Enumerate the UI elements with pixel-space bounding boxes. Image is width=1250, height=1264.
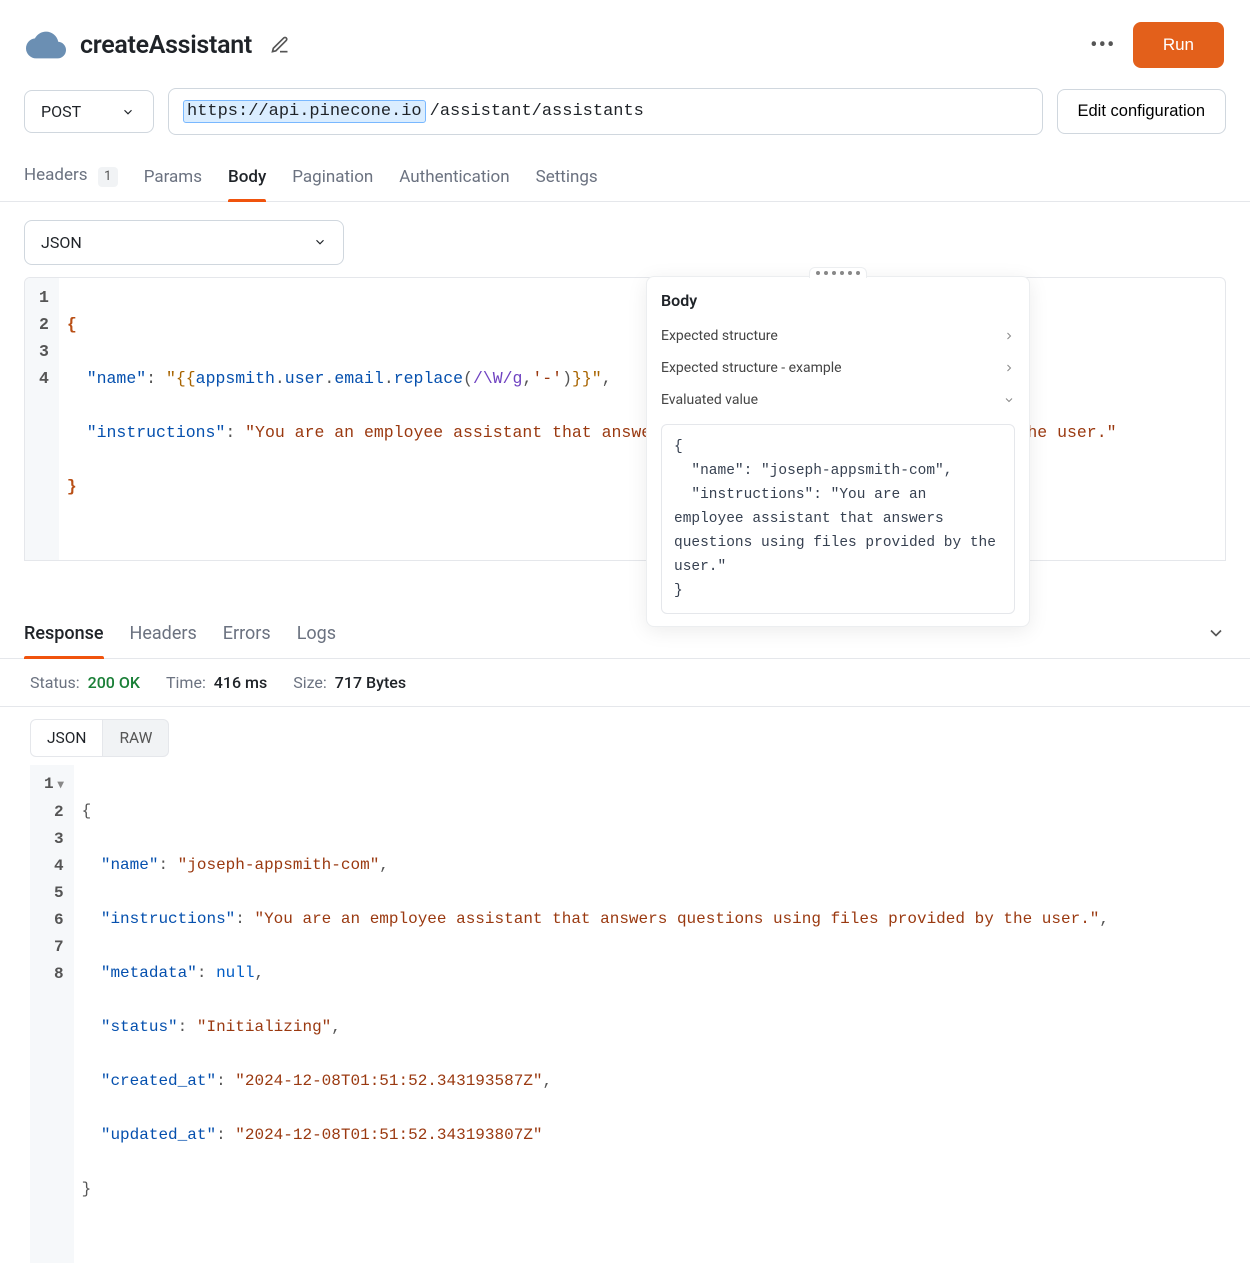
size-label: Size: xyxy=(293,673,327,692)
request-row: POST https://api.pinecone.io /assistant/… xyxy=(0,78,1250,145)
http-method-select[interactable]: POST xyxy=(24,90,154,133)
view-tab-json[interactable]: JSON xyxy=(30,719,103,757)
evaluated-value-box: { "name": "joseph-appsmith-com", "instru… xyxy=(661,424,1015,614)
tab-settings[interactable]: Settings xyxy=(536,167,598,201)
response-view-tabs: JSON RAW xyxy=(0,707,1250,765)
tab-params[interactable]: Params xyxy=(144,167,202,201)
url-input[interactable]: https://api.pinecone.io /assistant/assis… xyxy=(168,88,1043,135)
edit-configuration-button[interactable]: Edit configuration xyxy=(1057,89,1227,134)
editor-code[interactable]: { "name": "{{appsmith.user.email.replace… xyxy=(59,278,1225,560)
tab-pagination[interactable]: Pagination xyxy=(292,167,373,201)
body-type-row: JSON xyxy=(0,202,1250,277)
body-type-select[interactable]: JSON xyxy=(24,220,344,265)
status-value: 200 OK xyxy=(88,673,140,692)
tab-headers[interactable]: Headers 1 xyxy=(24,165,118,201)
expected-structure-example-row[interactable]: Expected structure - example xyxy=(661,352,1015,384)
response-status-row: Status: 200 OK Time: 416 ms Size: 717 By… xyxy=(0,659,1250,707)
tab-authentication[interactable]: Authentication xyxy=(399,167,509,201)
chevron-down-icon xyxy=(313,235,327,249)
page-title: createAssistant xyxy=(80,31,252,60)
chevron-down-icon xyxy=(1003,394,1015,406)
rtab-errors[interactable]: Errors xyxy=(223,609,271,658)
drag-handle[interactable] xyxy=(809,267,867,278)
response-gutter: 1▾ 2 3 4 5 6 7 8 xyxy=(30,765,74,1263)
editor-gutter: 1 2 3 4 xyxy=(25,278,59,560)
header: createAssistant ••• Run xyxy=(0,0,1250,78)
response-json-viewer: 1▾ 2 3 4 5 6 7 8 { "name": "joseph-appsm… xyxy=(0,765,1250,1263)
evaluated-value-popover: Body Expected structure Expected structu… xyxy=(646,276,1030,627)
chevron-right-icon xyxy=(1003,362,1015,374)
more-icon[interactable]: ••• xyxy=(1091,33,1115,57)
run-button[interactable]: Run xyxy=(1133,22,1224,68)
rtab-headers[interactable]: Headers xyxy=(130,609,197,658)
rtab-logs[interactable]: Logs xyxy=(297,609,336,658)
response-code[interactable]: { "name": "joseph-appsmith-com", "instru… xyxy=(74,765,1220,1263)
url-path: /assistant/assistants xyxy=(430,102,644,121)
chevron-right-icon xyxy=(1003,330,1015,342)
expected-structure-row[interactable]: Expected structure xyxy=(661,320,1015,352)
cloud-icon xyxy=(26,31,66,59)
popover-title: Body xyxy=(661,291,1015,310)
status-label: Status: xyxy=(30,673,80,692)
request-tabs: Headers 1 Params Body Pagination Authent… xyxy=(0,145,1250,202)
url-base-pill: https://api.pinecone.io xyxy=(183,100,426,123)
response-tabs: Response Headers Errors Logs xyxy=(0,609,1250,659)
http-method-value: POST xyxy=(41,102,81,121)
headers-count-badge: 1 xyxy=(98,167,118,187)
chevron-down-icon xyxy=(121,105,135,119)
time-value: 416 ms xyxy=(214,673,267,692)
rtab-response[interactable]: Response xyxy=(24,609,104,658)
pencil-icon[interactable] xyxy=(270,35,290,55)
body-type-value: JSON xyxy=(41,233,82,252)
evaluated-value-row[interactable]: Evaluated value xyxy=(661,384,1015,416)
request-body-editor[interactable]: 1 2 3 4 { "name": "{{appsmith.user.email… xyxy=(24,277,1226,561)
tab-body[interactable]: Body xyxy=(228,167,266,201)
time-label: Time: xyxy=(166,673,206,692)
size-value: 717 Bytes xyxy=(335,673,406,692)
view-tab-raw[interactable]: RAW xyxy=(103,719,169,757)
chevron-down-icon[interactable] xyxy=(1206,623,1226,643)
